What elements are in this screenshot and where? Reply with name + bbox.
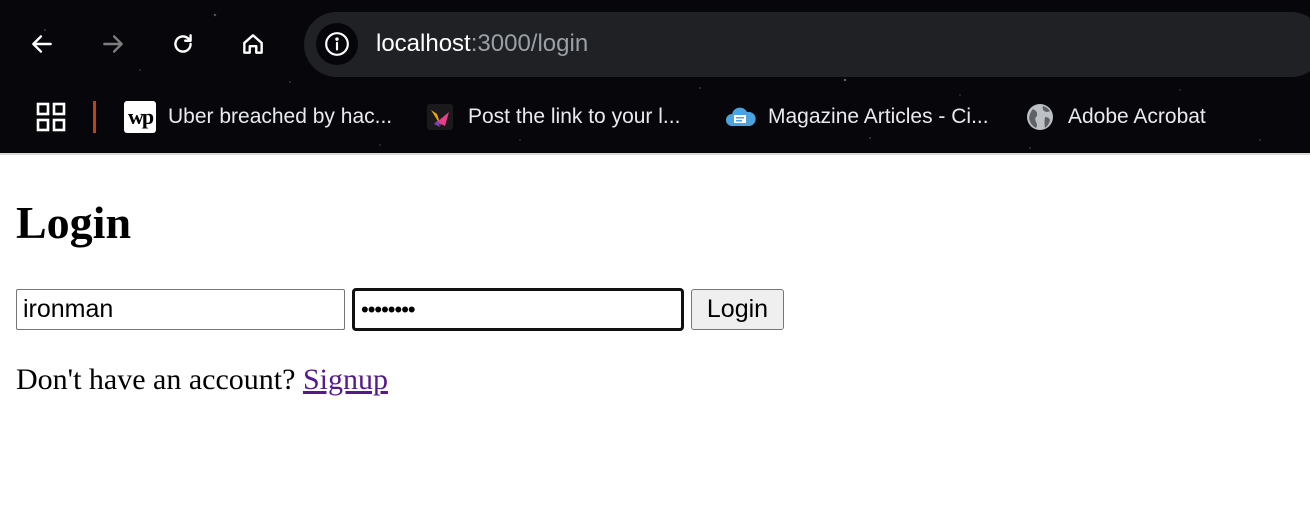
bookmark-item-adobe-acrobat[interactable]: Adobe Acrobat (1024, 100, 1206, 134)
bookmark-item-washington-post[interactable]: wp Uber breached by hac... (124, 100, 392, 134)
bookmark-item-magazine-articles[interactable]: Magazine Articles - Ci... (724, 100, 989, 134)
password-input[interactable] (352, 288, 684, 331)
url-text[interactable]: localhost:3000/login (376, 28, 588, 60)
arrow-left-icon (32, 35, 52, 53)
home-icon (243, 34, 263, 54)
cloud-doc-icon (724, 101, 756, 133)
page-title: Login (16, 197, 132, 248)
bookmark-label: Post the link to your l... (468, 105, 681, 128)
bookmark-item-post-link[interactable]: Post the link to your l... (424, 100, 680, 134)
arrow-right-icon (103, 35, 123, 53)
bookmark-label: Uber breached by hac... (168, 105, 393, 128)
url-path: :3000/login (470, 30, 589, 57)
globe-icon (1024, 101, 1056, 133)
signup-link[interactable]: Signup (303, 363, 388, 396)
address-bar[interactable]: localhost:3000/login (304, 12, 1310, 77)
home-button[interactable] (233, 24, 273, 64)
bookmark-separator (93, 101, 96, 133)
bookmarks-bar: wp Uber breached by hac... Post the link… (0, 95, 1310, 140)
username-input[interactable] (16, 289, 345, 330)
url-host: localhost (376, 30, 471, 57)
apps-grid-icon[interactable] (36, 102, 66, 132)
browser-chrome: localhost:3000/login wp Uber breached by… (0, 0, 1310, 155)
info-icon (325, 32, 349, 56)
bookmark-label: Adobe Acrobat (1068, 105, 1206, 128)
forward-button[interactable] (93, 24, 133, 64)
site-info-button[interactable] (316, 23, 358, 65)
reload-icon (174, 34, 192, 53)
back-button[interactable] (22, 24, 62, 64)
washington-post-icon: wp (124, 101, 156, 133)
signup-prompt-line: Don't have an account? Signup (16, 360, 388, 400)
login-button[interactable]: Login (691, 289, 784, 330)
reload-button[interactable] (163, 24, 203, 64)
bookmark-label: Magazine Articles - Ci... (768, 105, 989, 128)
signup-prompt: Don't have an account? (16, 363, 303, 396)
stack-logo-icon (424, 101, 456, 133)
